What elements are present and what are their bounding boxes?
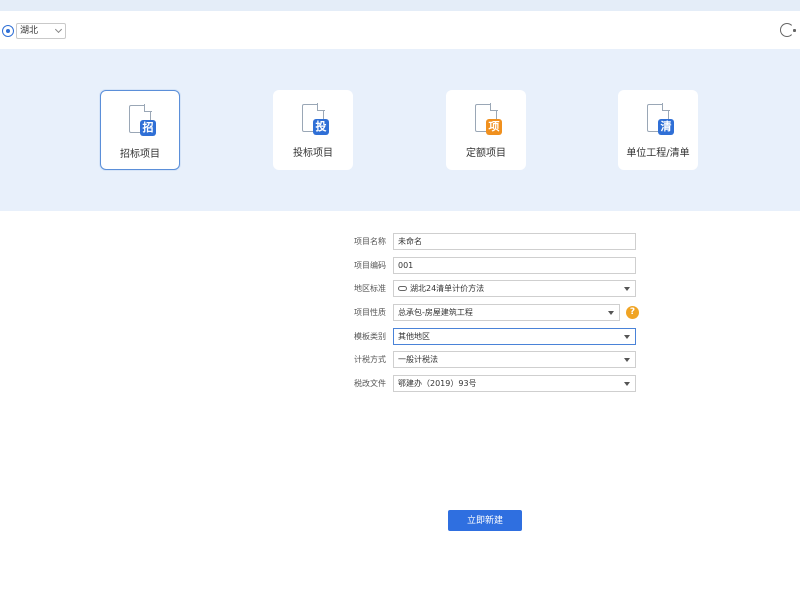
dropdown-arrow-icon	[624, 335, 630, 339]
tax-document-value: 鄂建办（2019）93号	[398, 379, 477, 388]
project-name-value: 未命名	[398, 237, 422, 246]
document-icon: 项	[475, 103, 502, 135]
headset-support-icon[interactable]	[780, 23, 796, 37]
project-code-label: 项目编码	[354, 261, 386, 270]
badge-qing: 清	[658, 119, 674, 135]
project-code-input[interactable]: 001	[393, 257, 636, 274]
template-type-value: 其他地区	[398, 332, 430, 341]
project-nature-select[interactable]: 总承包-房屋建筑工程	[393, 304, 620, 321]
dropdown-arrow-icon	[624, 382, 630, 386]
project-type-banner: 招 招标项目 投 投标项目 项 定额项目 清 单位工程/清单	[0, 49, 800, 211]
project-code-value: 001	[398, 261, 414, 270]
question-help-icon[interactable]: ?	[626, 306, 639, 319]
card-label: 投标项目	[293, 148, 333, 159]
card-label: 招标项目	[120, 149, 160, 160]
title-bar-strip	[0, 0, 800, 11]
badge-tou: 投	[313, 119, 329, 135]
project-name-label: 项目名称	[354, 237, 386, 246]
document-icon: 清	[647, 103, 674, 135]
card-unit-project-list[interactable]: 清 单位工程/清单	[618, 90, 698, 170]
project-nature-label: 项目性质	[354, 308, 386, 317]
document-icon: 招	[129, 104, 156, 136]
tax-document-label: 税改文件	[354, 379, 386, 388]
dropdown-arrow-icon	[608, 311, 614, 315]
region-value: 湖北	[20, 26, 39, 36]
template-type-label: 模板类别	[354, 332, 386, 341]
card-bid-invitation-project[interactable]: 招 招标项目	[100, 90, 180, 170]
badge-zhao: 招	[140, 120, 156, 136]
badge-xiang: 项	[486, 119, 502, 135]
chevron-down-icon	[54, 25, 63, 34]
project-nature-value: 总承包-房屋建筑工程	[398, 308, 473, 317]
document-icon: 投	[302, 103, 329, 135]
location-pin-icon	[2, 25, 14, 37]
tax-method-label: 计税方式	[354, 355, 386, 364]
dropdown-arrow-icon	[624, 287, 630, 291]
tax-method-value: 一般计税法	[398, 355, 438, 364]
card-label: 单位工程/清单	[626, 148, 690, 159]
create-now-button[interactable]: 立即新建	[448, 510, 522, 531]
card-bidding-project[interactable]: 投 投标项目	[273, 90, 353, 170]
region-selector[interactable]: 湖北	[2, 23, 66, 39]
card-label: 定额项目	[466, 148, 506, 159]
region-standard-value: 湖北24清单计价方法	[410, 284, 485, 293]
cloud-icon	[398, 286, 407, 291]
tax-method-select[interactable]: 一般计税法	[393, 351, 636, 368]
region-standard-label: 地区标准	[354, 284, 386, 293]
region-dropdown[interactable]: 湖北	[16, 23, 66, 39]
card-quota-project[interactable]: 项 定额项目	[446, 90, 526, 170]
tax-document-select[interactable]: 鄂建办（2019）93号	[393, 375, 636, 392]
project-name-input[interactable]: 未命名	[393, 233, 636, 250]
dropdown-arrow-icon	[624, 358, 630, 362]
toolbar	[0, 11, 800, 49]
region-standard-select[interactable]: 湖北24清单计价方法	[393, 280, 636, 297]
template-type-select[interactable]: 其他地区	[393, 328, 636, 345]
